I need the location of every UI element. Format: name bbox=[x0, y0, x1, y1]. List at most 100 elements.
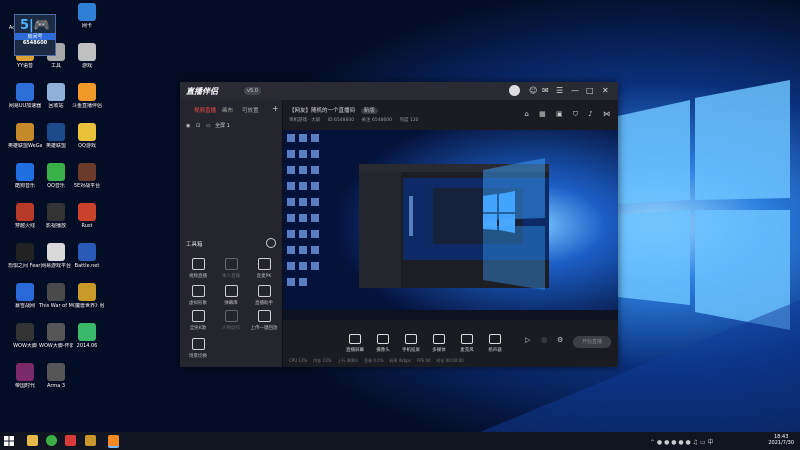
tool-item[interactable]: 虚拟形象 bbox=[182, 285, 214, 306]
room-meta-category[interactable]: 单机游戏 · 大屏 bbox=[289, 118, 320, 123]
desktop-app-icon bbox=[47, 363, 65, 381]
desktop-icon[interactable]: 5E对战平台 bbox=[70, 163, 104, 189]
desktop-app-icon bbox=[16, 323, 34, 341]
record-icon[interactable]: ▷ bbox=[525, 336, 530, 344]
desktop-icon[interactable]: 《魔兽世界》经典怀旧服 bbox=[70, 283, 104, 309]
desktop-app-icon bbox=[78, 163, 96, 181]
preview-canvas bbox=[283, 130, 618, 320]
desktop-icon[interactable]: 恐惧之间 Fear sur... bbox=[8, 243, 42, 269]
app-red-icon[interactable] bbox=[65, 435, 76, 446]
status-item: 上行 0KB/s bbox=[337, 358, 359, 363]
tool-item[interactable]: 全民K歌 bbox=[182, 310, 214, 331]
lock-icon[interactable]: ⊡ bbox=[196, 123, 200, 129]
tool-label: 场景切换 bbox=[189, 354, 207, 359]
settings-icon[interactable]: ⚙ bbox=[557, 336, 563, 344]
tab-video-live[interactable]: 视频直播 bbox=[194, 106, 216, 114]
tab-canvas[interactable]: 画布 bbox=[222, 106, 233, 114]
tool-item[interactable]: 连麦PK bbox=[248, 258, 280, 279]
desktop-icon[interactable]: 英雄联盟WeGame版 bbox=[8, 123, 42, 149]
tools-title: 工具箱 bbox=[186, 242, 203, 248]
close-button[interactable]: ✕ bbox=[602, 86, 609, 95]
avatar[interactable] bbox=[509, 85, 520, 96]
start-live-button[interactable]: 开始直播 bbox=[573, 336, 611, 348]
source-button-label: 摄像头 bbox=[376, 348, 390, 353]
desktop-icon[interactable]: This War of Mine bbox=[39, 283, 73, 309]
desktop-app-icon bbox=[78, 203, 96, 221]
tools-settings-icon[interactable] bbox=[266, 238, 276, 248]
browser-360-icon[interactable] bbox=[46, 435, 57, 446]
tool-item[interactable]: 场景切换 bbox=[182, 338, 214, 359]
mail-icon[interactable]: ✉ bbox=[542, 86, 549, 95]
desktop-icon-label: 酷狗音乐 bbox=[14, 183, 35, 189]
desktop-icon[interactable]: 网易UU加速器 bbox=[8, 83, 42, 109]
desktop-icon[interactable]: 回收站 bbox=[39, 83, 73, 109]
desktop-app-icon bbox=[47, 323, 65, 341]
desktop-icon[interactable]: Arma 3 bbox=[39, 363, 73, 389]
tool-item[interactable]: 视频直播 bbox=[182, 258, 214, 279]
desktop-icon[interactable]: 网易游戏平台 bbox=[39, 243, 73, 269]
tray-icons[interactable]: ⌃ ● ● ● ● ● ♫ ▭ 中 bbox=[650, 437, 714, 446]
tool-item[interactable]: 弹幕库 bbox=[215, 285, 247, 306]
camera-button[interactable]: 摄像头 bbox=[369, 334, 397, 353]
shield-icon[interactable]: ⛉ bbox=[573, 110, 578, 118]
desktop-icon[interactable]: QQ游戏 bbox=[70, 123, 104, 149]
tool-item[interactable]: 上传一键回放 bbox=[248, 310, 280, 331]
stream-preview[interactable] bbox=[283, 130, 618, 320]
desktop-icon[interactable]: 暴雪战网 bbox=[8, 283, 42, 309]
screen-capture-button[interactable]: 直播屏幕 bbox=[341, 334, 369, 353]
room-title-text[interactable]: 【网友】随机的一个直播间 bbox=[289, 108, 355, 114]
desktop-app-icon bbox=[78, 43, 96, 61]
source-button-icon bbox=[433, 334, 445, 344]
tool-icon bbox=[224, 310, 238, 322]
desktop-icon-label: This War of Mine bbox=[39, 303, 73, 309]
desktop-icon[interactable]: WOW大脚-怀旧服 bbox=[39, 323, 73, 349]
file-explorer-icon[interactable] bbox=[27, 435, 38, 446]
desktop-app-icon bbox=[47, 243, 65, 261]
save-icon[interactable]: ▣ bbox=[556, 110, 563, 118]
microphone-button[interactable]: 麦克风 bbox=[453, 334, 481, 353]
minimize-button[interactable]: — bbox=[571, 86, 579, 95]
taskbar-clock[interactable]: 18:43 2021/7/30 bbox=[768, 434, 794, 446]
desktop-icon-label: 游戏 bbox=[81, 63, 92, 69]
windows-start-icon[interactable] bbox=[4, 436, 14, 446]
desktop-app-icon bbox=[16, 243, 34, 261]
tool-icon bbox=[191, 310, 205, 322]
status-item: 丢帧 0.0% bbox=[364, 358, 384, 363]
desktop-icon[interactable]: 网卡 bbox=[70, 3, 104, 29]
eye-icon[interactable]: ◉ bbox=[186, 123, 190, 129]
scene-item[interactable]: ◉ ⊡ ▭ 全屏 1 bbox=[186, 122, 230, 129]
desktop-icon[interactable]: 影视播放 bbox=[39, 203, 73, 229]
desktop-icon[interactable]: Rust bbox=[70, 203, 104, 229]
beauty-icon[interactable]: ◎ bbox=[541, 336, 547, 344]
menu-icon[interactable]: ☰ bbox=[556, 86, 563, 95]
speaker-button[interactable]: 扬声器 bbox=[481, 334, 509, 353]
maximize-button[interactable]: □ bbox=[586, 86, 594, 95]
phone-cast-button[interactable]: 手机投屏 bbox=[397, 334, 425, 353]
layout-icon[interactable]: ▦ bbox=[539, 110, 546, 118]
tool-label: 全民K歌 bbox=[189, 326, 207, 331]
desktop-icon[interactable]: 酷狗音乐 bbox=[8, 163, 42, 189]
desktop-icon-label: 网易UU加速器 bbox=[8, 103, 42, 109]
desktop-icon[interactable]: 2014.06 bbox=[70, 323, 104, 349]
desktop-icon[interactable]: Battle.net bbox=[70, 243, 104, 269]
desktop-icon[interactable]: 穿越火线 bbox=[8, 203, 42, 229]
tab-placeable[interactable]: 可放置 bbox=[242, 106, 259, 114]
bell-icon[interactable]: ♪ bbox=[588, 110, 592, 118]
desktop-icon[interactable]: 帝国时代 bbox=[8, 363, 42, 389]
desktop-icon[interactable]: QQ音乐 bbox=[39, 163, 73, 189]
app-game-icon[interactable] bbox=[85, 435, 96, 446]
desktop-icon[interactable]: 英雄联盟 bbox=[39, 123, 73, 149]
desktop-app-icon bbox=[47, 83, 65, 101]
add-scene-icon[interactable]: + bbox=[272, 104, 279, 113]
desktop-icon[interactable]: WOW大脚 bbox=[8, 323, 42, 349]
desktop-icon[interactable]: 斗鱼直播伴侣 bbox=[70, 83, 104, 109]
shirt-icon[interactable]: ☺ bbox=[529, 86, 537, 95]
streaming-app-taskbar-icon[interactable] bbox=[108, 435, 119, 446]
share-icon[interactable]: ⋈ bbox=[603, 110, 610, 118]
gift-icon[interactable]: ⌂ bbox=[524, 110, 528, 118]
desktop-app-icon bbox=[78, 3, 96, 21]
desktop-icon[interactable]: 游戏 bbox=[70, 43, 104, 69]
media-button[interactable]: 多媒体 bbox=[425, 334, 453, 353]
app-brand: 直播伴侣 bbox=[186, 87, 218, 96]
tool-item[interactable]: 直播助手 bbox=[248, 285, 280, 306]
